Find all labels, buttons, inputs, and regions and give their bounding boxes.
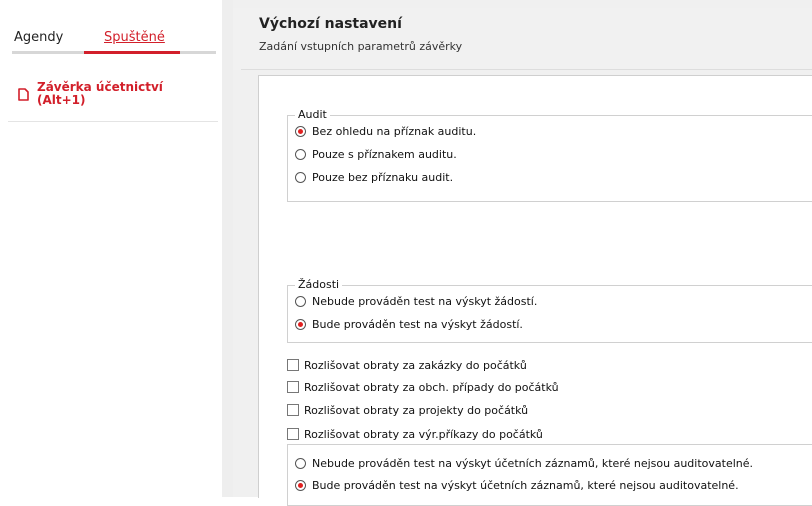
checkbox[interactable] [287,381,299,393]
checkbox[interactable] [287,404,299,416]
page-subtitle: Zadání vstupních parametrů závěrky [259,40,463,53]
radio[interactable] [295,149,306,160]
zadosti-group [287,285,812,343]
sidebar-item-zaverka[interactable]: Závěrka účetnictví (Alt+1) [0,72,222,120]
zadosti-option-2[interactable]: Bude prováděn test na výskyt žádostí. [295,318,523,332]
audit-option-3[interactable]: Pouze bez příznaku audit. [295,171,453,185]
checkbox-zakazky[interactable]: Rozlišovat obraty za zakázky do počátků [287,359,527,373]
sidebar: Agendy Spuštěné Závěrka účetnictví (Alt+… [0,0,222,497]
audit-option-2[interactable]: Pouze s příznakem auditu. [295,148,457,162]
radio-selected[interactable] [295,126,306,137]
audit-option-1[interactable]: Bez ohledu na příznak auditu. [295,125,476,139]
checkbox-projekty[interactable]: Rozlišovat obraty za projekty do počátků [287,404,528,418]
tab-agendy[interactable]: Agendy [14,30,63,45]
radio[interactable] [295,296,306,307]
radio-selected[interactable] [295,480,306,491]
checkbox[interactable] [287,359,299,371]
radio[interactable] [295,172,306,183]
sidebar-divider [8,121,218,122]
ucetni-option-1[interactable]: Nebude prováděn test na výskyt účetních … [295,457,753,471]
pane-splitter[interactable] [222,0,233,497]
tab-active-indicator [84,51,180,54]
checkbox-obch-pripady[interactable]: Rozlišovat obraty za obch. případy do po… [287,381,559,395]
checkbox[interactable] [287,428,299,440]
sidebar-item-label: Závěrka účetnictví (Alt+1) [37,80,163,107]
header-divider [241,69,812,70]
zadosti-option-1[interactable]: Nebude prováděn test na výskyt žádostí. [295,295,537,309]
sidebar-tabs: Agendy Spuštěné [0,0,222,56]
zadosti-legend: Žádosti [295,278,343,291]
document-icon [18,88,29,101]
page-title: Výchozí nastavení [259,16,402,32]
radio[interactable] [295,458,306,469]
checkbox-vyr-prikazy[interactable]: Rozlišovat obraty za výr.příkazy do počá… [287,428,549,442]
ucetni-option-2[interactable]: Bude prováděn test na výskyt účetních zá… [295,479,739,493]
audit-legend: Audit [295,108,330,121]
radio-selected[interactable] [295,319,306,330]
tab-spustene[interactable]: Spuštěné [104,30,165,45]
